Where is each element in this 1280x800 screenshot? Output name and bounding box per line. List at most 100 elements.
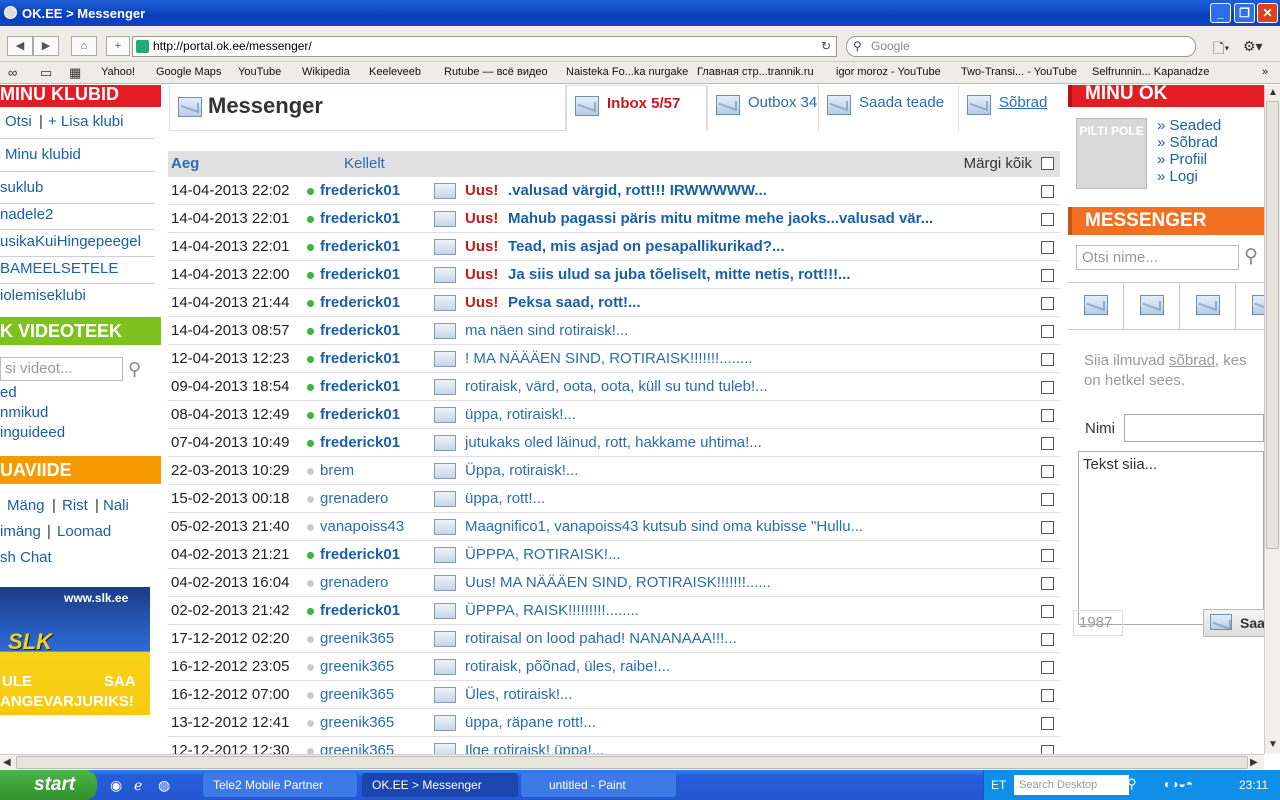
sender-link[interactable]: frederick01 [320,238,400,255]
row-checkbox[interactable] [1041,689,1054,702]
row-checkbox[interactable] [1041,661,1054,674]
tray-icons[interactable]: ◐◑◒◓ [1164,777,1193,791]
search-icon[interactable]: ⚲ [128,359,141,380]
otsi-link[interactable]: Otsi [5,113,32,130]
bookmark-item[interactable]: Yahoo! [101,66,135,78]
video-link[interactable]: ed [0,384,17,401]
message-preview-link[interactable]: Uus! MA NÄÄÄEN SIND, ROTIRAISK!!!!!!!...… [465,574,771,591]
chat-link[interactable]: sh Chat [0,549,52,566]
row-checkbox[interactable] [1041,465,1054,478]
table-row[interactable]: 15-02-2013 00:18 grenadero üppa, rott!... [168,485,1060,513]
club-link[interactable]: nadele2 [0,206,53,223]
mark-all-checkbox[interactable] [1041,157,1054,170]
profile-link[interactable]: » Profiil [1157,151,1207,168]
row-checkbox[interactable] [1041,381,1054,394]
sender-link[interactable]: frederick01 [320,602,400,619]
back-button[interactable]: ◀ [7,36,33,56]
row-checkbox[interactable] [1041,549,1054,562]
bookmark-item[interactable]: Wikipedia [302,66,350,78]
row-checkbox[interactable] [1041,521,1054,534]
row-checkbox[interactable] [1041,577,1054,590]
sender-link[interactable]: greenik365 [320,742,394,754]
message-preview-link[interactable]: ! MA NÄÄÄEN SIND, ROTIRAISK!!!!!!!......… [465,350,753,367]
table-row[interactable]: 14-04-2013 21:44 frederick01 Uus! Peksa saa… [168,289,1060,317]
bookmark-item[interactable]: igor moroz - YouTube [836,66,941,78]
column-date[interactable]: Aeg [171,151,199,177]
row-checkbox[interactable] [1041,325,1054,338]
message-preview-link[interactable]: rotiraisal on lood pahad! NANANAAA!!!... [465,630,737,647]
tab-inbox[interactable]: Inbox 5/57 [566,85,707,131]
vertical-scrollbar[interactable]: ▲ ▼ [1264,85,1280,754]
sender-link[interactable]: grenadero [320,490,388,507]
game-link[interactable]: imäng [0,523,41,540]
slk-banner[interactable]: www.slk.ee SLK ULE SAA ANGEVARJURIKS! [0,587,150,715]
table-row[interactable]: 04-02-2013 21:21 frederick01 ÜPPPA, ROTIRA… [168,541,1060,569]
message-preview-link[interactable]: .valusad värgid, rott!!! IRWWWWW... [508,182,767,199]
table-row[interactable]: 08-04-2013 12:49 frederick01 üppa, rotirai… [168,401,1060,429]
task-browser[interactable]: OK.EE > Messenger [362,773,518,797]
home-button[interactable]: ⌂ [71,36,97,56]
scroll-thumb[interactable] [16,756,1248,769]
table-row[interactable]: 09-04-2013 18:54 frederick01 rotiraisk, vä… [168,373,1060,401]
message-preview-link[interactable]: rotiraisk, värd, oota, oota, küll su tun… [465,378,768,395]
sender-link[interactable]: greenik365 [320,658,394,675]
bookmark-item[interactable]: Naisteka Fo...ka nurgake [566,66,688,78]
bookmark-item[interactable]: Keeleveeb [369,66,421,78]
sender-link[interactable]: greenik365 [320,630,394,647]
quicklaunch-icon[interactable]: ◉ [110,777,122,794]
table-row[interactable]: 14-04-2013 22:02 frederick01 Uus! .valusad … [168,177,1060,205]
book-icon[interactable]: ▭ [40,65,52,81]
row-checkbox[interactable] [1041,493,1054,506]
game-link[interactable]: Nali [103,497,129,514]
avatar[interactable]: PILTI POLE [1076,118,1147,189]
club-link[interactable]: usikaKuiHingepeegel [0,233,141,250]
row-checkbox[interactable] [1041,717,1054,730]
tab-outbox[interactable]: Outbox 34 [707,85,818,131]
message-preview-link[interactable]: Üppa, rotiraisk!... [465,462,578,479]
table-row[interactable]: 16-12-2012 07:00 greenik365 Üles, rotirais… [168,681,1060,709]
minimize-button[interactable]: _ [1210,3,1231,23]
tab-friends[interactable]: Sõbrad [958,85,1059,131]
message-preview-link[interactable]: Ja siis ulud sa juba tõeliselt, mitte ne… [508,266,851,283]
task-tele2[interactable]: Tele2 Mobile Partner [203,773,357,797]
grid-icon[interactable]: ▦ [69,65,81,81]
row-checkbox[interactable] [1041,269,1054,282]
table-row[interactable]: 12-12-2012 12:30 greenik365 Ilge rotiraisk… [168,737,1060,754]
message-preview-link[interactable]: Üles, rotiraisk!... [465,686,573,703]
game-link[interactable]: Mäng [7,497,45,514]
search-icon[interactable]: ⚲ [1127,776,1137,792]
reload-icon[interactable]: ↻ [821,37,831,56]
table-row[interactable]: 14-04-2013 22:01 frederick01 Uus! Mahub pag… [168,205,1060,233]
scroll-up-icon[interactable]: ▲ [1268,87,1278,98]
task-paint[interactable]: untitled - Paint [521,773,676,797]
video-link[interactable]: inguideed [0,424,65,441]
row-checkbox[interactable] [1041,633,1054,646]
message-preview-link[interactable]: Ilge rotiraisk! üppa!... [465,742,604,754]
sender-link[interactable]: frederick01 [320,350,400,367]
video-link[interactable]: nmikud [0,404,48,421]
firefox-icon[interactable]: ◍ [158,777,170,794]
sender-link[interactable]: greenik365 [320,686,394,703]
table-row[interactable]: 05-02-2013 21:40 vanapoiss43 Maagnifico1, … [168,513,1060,541]
message-preview-link[interactable]: Peksa saad, rott!... [508,294,641,311]
page-menu-icon[interactable]: 🗋▾ [1213,38,1229,62]
sender-link[interactable]: vanapoiss43 [320,518,404,535]
close-button[interactable]: ✕ [1257,3,1278,23]
new-tab-button[interactable]: + [106,36,130,56]
sender-link[interactable]: frederick01 [320,294,400,311]
club-link[interactable]: BAMEELSETELE [0,260,118,277]
friends-shortcut[interactable] [1236,283,1264,331]
column-from[interactable]: Kellelt [344,151,385,177]
table-row[interactable]: 16-12-2012 23:05 greenik365 rotiraisk, põõ… [168,653,1060,681]
message-preview-link[interactable]: Maagnifico1, vanapoiss43 kutsub sind oma… [465,518,863,535]
scroll-right-icon[interactable]: ▶ [1250,757,1258,768]
table-row[interactable]: 14-04-2013 22:01 frederick01 Uus! Tead, mis… [168,233,1060,261]
table-row[interactable]: 02-02-2013 21:42 frederick01 ÜPPPA, RAISK!… [168,597,1060,625]
sender-link[interactable]: grenadero [320,574,388,591]
bookmark-item[interactable]: Rutube — всё видео [444,66,548,78]
message-preview-link[interactable]: rotiraisk, põõnad, üles, raibe!... [465,658,670,675]
tab-send-message[interactable]: Saada teade [818,85,958,131]
bookmark-item[interactable]: YouTube [238,66,281,78]
row-checkbox[interactable] [1041,353,1054,366]
bookmark-item[interactable]: Selfrunnin... Kapanadze [1092,66,1209,78]
